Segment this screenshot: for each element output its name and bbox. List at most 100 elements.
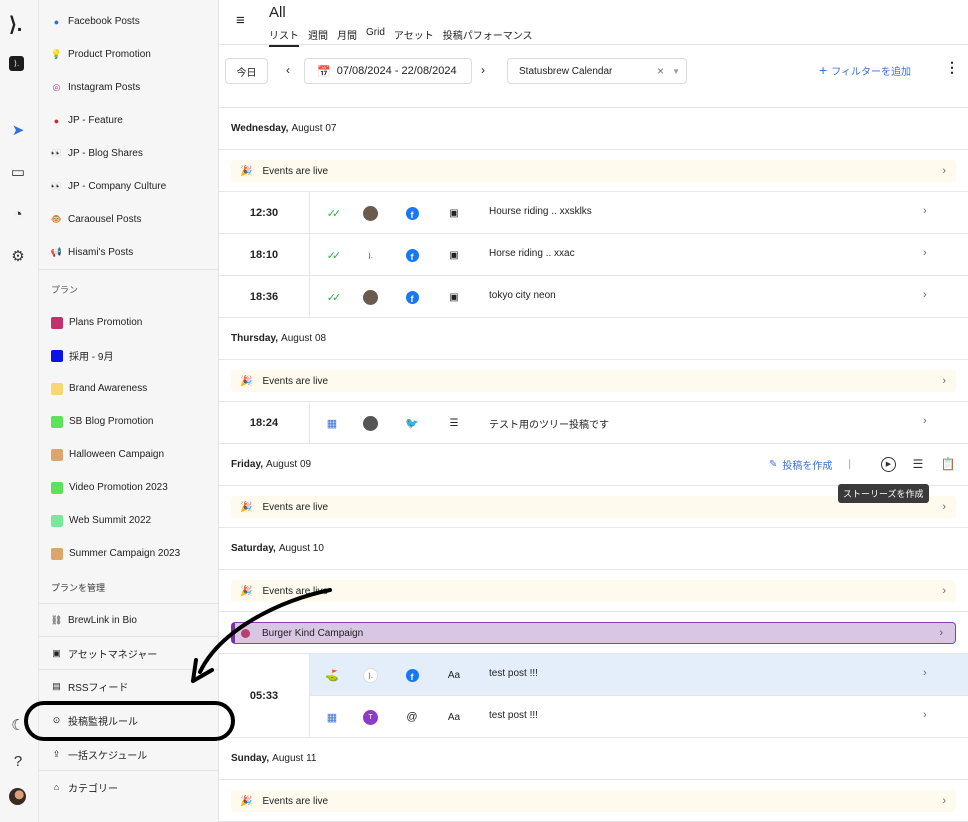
campaign-dot-icon [241, 628, 250, 638]
inbox-icon[interactable]: ▭ [8, 162, 28, 182]
chevron-right-icon[interactable]: › [481, 63, 485, 77]
tab-post-performance[interactable]: 投稿パフォーマンス [443, 27, 533, 47]
facebook-icon: f [405, 206, 419, 220]
plan-color-swatch [51, 316, 63, 329]
plan-item[interactable]: 採用 - 9月 [39, 339, 218, 372]
create-post-button[interactable]: ✎ 投稿を作成 [769, 457, 832, 472]
tab-assets[interactable]: アセット [394, 27, 434, 47]
sidebar-item-caraousel-posts[interactable]: 🐵 Caraousel Posts [39, 203, 218, 236]
sidebar-item-jp-blog-shares[interactable]: 👀 JP - Blog Shares [39, 137, 218, 170]
view-tabs: リスト 週間 月間 Grid アセット 投稿パフォーマンス [269, 27, 533, 47]
day-header: Wednesday, August 07 [219, 108, 968, 150]
clipboard-icon[interactable]: 📋 [940, 456, 956, 472]
avatar[interactable] [9, 788, 26, 805]
campaign-banner[interactable]: Burger Kind Campaign › [231, 622, 956, 644]
sidebar-item-product-promotion[interactable]: 💡 Product Promotion [39, 38, 218, 71]
chevron-down-icon[interactable]: ▼ [672, 67, 680, 76]
plan-item[interactable]: Halloween Campaign [39, 438, 218, 471]
add-filter-button[interactable]: + フィルターを追加 [819, 62, 911, 78]
sidebar-item-category[interactable]: ⌂ カテゴリー [39, 770, 218, 803]
sidebar-item-instagram-posts[interactable]: ◎ Instagram Posts [39, 71, 218, 104]
post-list: Wednesday, August 07 🎉 Events are live › 12… [219, 108, 968, 822]
send-icon[interactable]: ➤ [8, 120, 28, 140]
sidebar-item-jp-company-culture[interactable]: 👀 JP - Company Culture [39, 170, 218, 203]
event-row: 🎉 Events are live › [219, 780, 968, 822]
events-banner[interactable]: 🎉 Events are live › [231, 370, 956, 392]
avatar-photo [363, 290, 378, 305]
plans-heading: プラン [51, 285, 79, 295]
create-story-icon[interactable]: ▶ [881, 456, 896, 472]
manage-plans-link[interactable]: プランを管理 [51, 581, 105, 594]
party-icon: 🎉 [240, 375, 253, 387]
party-icon: 🎉 [240, 165, 253, 177]
pencil-icon: ✎ [769, 458, 778, 470]
chevron-right-icon: › [942, 165, 946, 177]
facebook-icon: f [405, 290, 419, 304]
tag-icon: ⌂ [53, 782, 60, 792]
sidebar-item-bulk-schedule[interactable]: ⇪ 一括スケジュール [39, 737, 218, 770]
image-post-icon: ▣ [449, 207, 459, 219]
day-header: Sunday, August 11 [219, 738, 968, 780]
events-banner[interactable]: 🎉 Events are live › [231, 580, 956, 602]
table-row[interactable]: 18:10 ✓✓ ⟩. f ▣ Horse riding .. xxac › [219, 234, 968, 276]
chevron-right-icon: › [923, 709, 927, 721]
clear-icon[interactable]: × [657, 64, 664, 78]
more-options-icon[interactable]: ⋮ [945, 59, 959, 76]
plan-color-swatch [51, 448, 63, 461]
sidebar-item-asset-manager[interactable]: ▣ アセットマネジャー [39, 636, 218, 669]
sidebar-item-rss[interactable]: ▤ RSSフィード [39, 669, 218, 702]
campaign-row: Burger Kind Campaign › [219, 612, 968, 654]
menu-icon[interactable]: ≡ [236, 12, 245, 29]
sidebar-item-brewlink[interactable]: ⛓ BrewLink in Bio [39, 603, 218, 636]
tab-month[interactable]: 月間 [337, 27, 357, 47]
megaphone-icon: 📢 [50, 247, 63, 257]
day-header: Saturday, August 10 [219, 528, 968, 570]
chevron-left-icon[interactable]: ‹ [286, 63, 290, 77]
events-banner[interactable]: 🎉 Events are live › [231, 160, 956, 182]
chevron-right-icon: › [942, 501, 946, 513]
monkey-icon: 🐵 [50, 214, 63, 224]
create-thread-icon[interactable]: ☰ [910, 456, 926, 472]
tab-list[interactable]: リスト [269, 27, 299, 47]
double-check-icon: ✓✓ [326, 291, 341, 304]
table-row[interactable]: 18:24 ▦ 🐦 ☰ テスト用のツリー投稿です › [219, 402, 968, 444]
logo-icon[interactable]: ⟩. [9, 12, 22, 37]
table-row[interactable]: ⛳ ⟩. f Aa test post !!! › [219, 654, 968, 696]
calendar-icon: ▦ [326, 711, 338, 724]
settings-icon[interactable]: ⚙ [8, 246, 28, 266]
help-icon[interactable]: ? [8, 751, 28, 771]
analytics-icon[interactable]: ◔ [8, 204, 28, 224]
chevron-right-icon: › [942, 375, 946, 387]
plan-item[interactable]: SB Blog Promotion [39, 405, 218, 438]
plan-item[interactable]: Plans Promotion [39, 306, 218, 339]
sidebar-item-jp-feature[interactable]: ● JP - Feature [39, 104, 218, 137]
plan-item[interactable]: Brand Awareness [39, 372, 218, 405]
chevron-right-icon: › [939, 627, 943, 639]
tab-week[interactable]: 週間 [308, 27, 328, 47]
table-row[interactable]: ▦ T @ Aa test post !!! › [219, 696, 968, 738]
today-button[interactable]: 今日 [225, 58, 268, 84]
app-icon[interactable]: ⟩. [9, 56, 24, 71]
chevron-right-icon: › [923, 415, 927, 427]
avatar-letter: T [363, 710, 378, 725]
sidebar-item-facebook-posts[interactable]: ● Facebook Posts [39, 5, 218, 38]
plan-item[interactable]: Summer Campaign 2023 [39, 537, 218, 570]
plan-item[interactable]: Web Summit 2022 [39, 504, 218, 537]
table-row[interactable]: 18:36 ✓✓ f ▣ tokyo city neon › [219, 276, 968, 318]
sidebar-item-hisamis-posts[interactable]: 📢 Hisami's Posts [39, 236, 218, 269]
tab-grid[interactable]: Grid [366, 27, 385, 47]
date-range-picker[interactable]: 📅 07/08/2024 - 22/08/2024 [304, 58, 472, 84]
plan-color-swatch [51, 349, 63, 362]
plan-color-swatch [51, 415, 63, 428]
text-post-icon: Aa [447, 711, 461, 723]
plan-item[interactable]: Video Promotion 2023 [39, 471, 218, 504]
table-row[interactable]: 12:30 ✓✓ f ▣ Hourse riding .. xxsklks › [219, 192, 968, 234]
facebook-icon: ● [53, 16, 60, 27]
chevron-right-icon: › [923, 205, 927, 217]
divider: | [848, 458, 851, 470]
calendar-select[interactable]: Statusbrew Calendar × ▼ [507, 58, 687, 84]
events-banner[interactable]: 🎉 Events are live › [231, 790, 956, 812]
tooltip: ストーリーズを作成 [838, 484, 929, 503]
day-header: Thursday, August 08 [219, 318, 968, 360]
plan-color-swatch [51, 547, 63, 560]
